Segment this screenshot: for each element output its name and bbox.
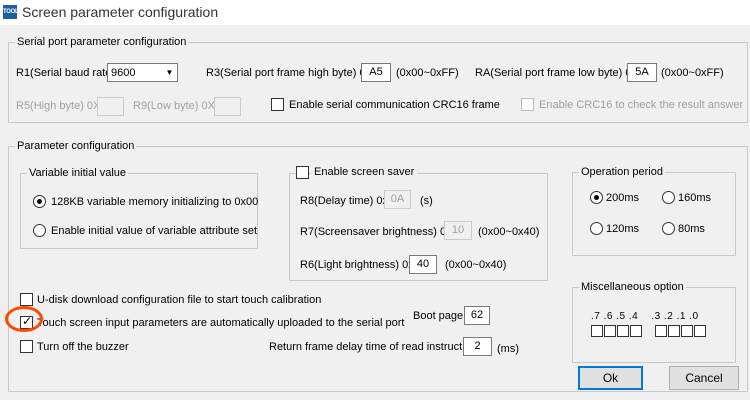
crc16-check-checkbox [521, 98, 534, 111]
var-init-attr-label: Enable initial value of variable attribu… [51, 225, 257, 237]
title-bar[interactable]: TOOL Screen parameter configuration [0, 0, 750, 25]
crc16-enable-checkbox[interactable] [271, 98, 284, 111]
ok-button[interactable]: Ok [578, 366, 643, 390]
misc-bit-0-checkbox[interactable] [694, 325, 706, 337]
dialog-client: Serial port parameter configuration R1(S… [0, 25, 750, 400]
misc-option-legend: Miscellaneous option [579, 280, 686, 294]
variable-initial-legend: Variable initial value [27, 166, 129, 180]
crc16-check-label: Enable CRC16 to check the result answer [539, 99, 744, 111]
r8-input: 0A [384, 190, 411, 209]
r7-range: (0x00~0x40) [478, 226, 540, 238]
delay-input[interactable]: 2 [463, 337, 492, 356]
boot-page-label: Boot page [413, 310, 464, 322]
udisk-calibration-label: U-disk download configuration file to st… [37, 294, 322, 306]
period-160ms-radio[interactable] [662, 191, 675, 204]
r7-input: 10 [444, 221, 472, 240]
r6-label: R6(Light brightness) 0x [300, 259, 414, 271]
period-200ms-radio[interactable] [590, 191, 603, 204]
period-120ms-radio[interactable] [590, 222, 603, 235]
r8-unit: (s) [420, 195, 433, 207]
udisk-calibration-checkbox[interactable] [20, 293, 33, 306]
r3-range: (0x00~0xFF) [396, 67, 459, 79]
baud-rate-value: 9600 [111, 67, 136, 79]
touch-upload-label: Touch screen input parameters are automa… [37, 317, 405, 329]
boot-page-input[interactable]: 62 [464, 306, 490, 325]
var-init-attr-radio[interactable] [33, 224, 46, 237]
period-80ms-label: 80ms [678, 223, 705, 235]
baud-rate-select[interactable]: 9600 ▼ [107, 63, 178, 82]
operation-period-group: Operation period [572, 165, 736, 256]
period-200ms-label: 200ms [606, 192, 640, 204]
r3-input[interactable]: A5 [361, 63, 391, 82]
r8-label: R8(Delay time) 0x [300, 195, 389, 207]
r1-label: R1(Serial baud rate) [16, 67, 116, 79]
app-icon: TOOL [3, 5, 19, 19]
buzzer-off-checkbox[interactable] [20, 340, 33, 353]
misc-bit-3-checkbox[interactable] [655, 325, 667, 337]
misc-bit-5-checkbox[interactable] [617, 325, 629, 337]
var-init-zero-label: 128KB variable memory initializing to 0x… [51, 196, 259, 208]
r6-range: (0x00~0x40) [445, 259, 507, 271]
misc-bit-6-checkbox[interactable] [604, 325, 616, 337]
misc-bit-4-checkbox[interactable] [630, 325, 642, 337]
r3-label: R3(Serial port frame high byte) 0x [206, 67, 372, 79]
screen-saver-checkbox[interactable] [296, 166, 309, 179]
ra-input[interactable]: 5A [627, 63, 657, 82]
serial-port-legend: Serial port parameter configuration [15, 35, 189, 49]
r9-input [214, 97, 241, 116]
screen-saver-label: Enable screen saver [311, 165, 418, 179]
crc16-enable-label: Enable serial communication CRC16 frame … [289, 99, 501, 111]
cancel-button[interactable]: Cancel [669, 366, 739, 390]
r7-label: R7(Screensaver brightness) 0x [300, 226, 452, 238]
annotation-circle [5, 306, 43, 332]
operation-period-legend: Operation period [579, 165, 665, 179]
period-120ms-label: 120ms [606, 223, 640, 235]
misc-bit-1-checkbox[interactable] [681, 325, 693, 337]
ra-label: RA(Serial port frame low byte) 0x [475, 67, 637, 79]
period-80ms-radio[interactable] [662, 222, 675, 235]
delay-label: Return frame delay time of read instruct… [269, 341, 477, 353]
chevron-down-icon[interactable]: ▼ [162, 64, 177, 81]
misc-bit-2-checkbox[interactable] [668, 325, 680, 337]
ra-range: (0x00~0xFF) [661, 67, 724, 79]
r5-input [97, 97, 124, 116]
period-160ms-label: 160ms [678, 192, 712, 204]
misc-bit-labels: .7 .6 .5 .4 .3 .2 .1 .0 [591, 311, 699, 322]
r6-input[interactable]: 40 [409, 255, 437, 274]
parameter-legend: Parameter configuration [15, 139, 137, 153]
delay-unit: (ms) [497, 343, 519, 355]
var-init-zero-radio[interactable] [33, 195, 46, 208]
r5-label: R5(High byte) 0X [16, 100, 101, 112]
misc-bit-7-checkbox[interactable] [591, 325, 603, 337]
r9-label: R9(Low byte) 0X [133, 100, 215, 112]
buzzer-off-label: Turn off the buzzer [37, 341, 129, 353]
window-title: Screen parameter configuration [22, 4, 219, 20]
